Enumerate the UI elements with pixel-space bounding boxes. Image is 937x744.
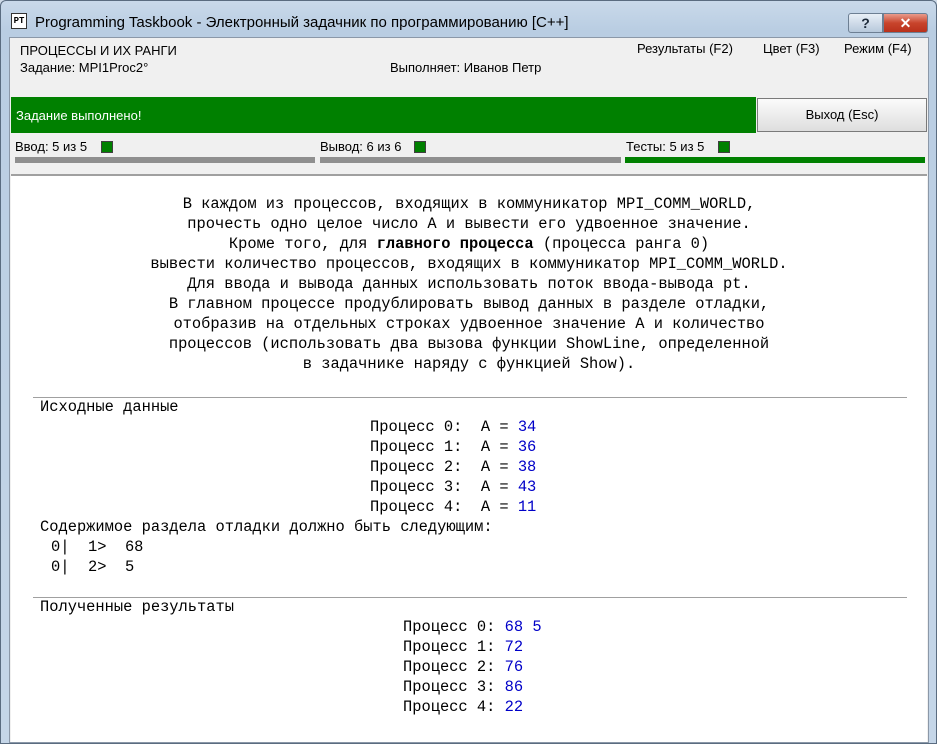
- input-counter-label: Ввод: 5 из 5: [15, 139, 88, 154]
- app-icon[interactable]: PT: [11, 13, 27, 29]
- input-row: Процесс 3: A = 43: [370, 478, 537, 496]
- title-bar[interactable]: PT Programming Taskbook - Электронный за…: [1, 1, 936, 37]
- debug-line: 0| 2> 5: [51, 558, 135, 576]
- result-row: Процесс 4: 22: [403, 698, 524, 716]
- task-line-2: прочесть одно целое число A и вывести ег…: [187, 215, 751, 233]
- menu-color[interactable]: Цвет (F3): [763, 41, 820, 56]
- task-line-3-prefix: Кроме того, для: [228, 235, 377, 253]
- menu-mode[interactable]: Режим (F4): [844, 41, 912, 56]
- input-row: Процесс 0: A = 34: [370, 418, 537, 436]
- task-line-3-suffix: (процесса ранга 0): [533, 235, 710, 253]
- exit-button[interactable]: Выход (Esc): [757, 98, 927, 132]
- input-section-title: Исходные данные: [40, 398, 179, 416]
- close-button[interactable]: ✕: [883, 13, 928, 33]
- help-button[interactable]: ?: [848, 13, 883, 33]
- task-line-8: процессов (использовать два вызова функц…: [168, 335, 770, 353]
- task-line-6: В главном процессе продублировать вывод …: [168, 295, 770, 313]
- counters-panel: Ввод: 5 из 5 Вывод: 6 из 6 Тесты: 5 из 5: [11, 135, 927, 167]
- task-line-4: вывести количество процессов, входящих в…: [150, 255, 788, 273]
- result-row: Процесс 3: 86: [403, 678, 524, 696]
- output-progress-bar: [320, 157, 621, 163]
- tests-indicator: [718, 141, 730, 153]
- client-area: ПРОЦЕССЫ И ИХ РАНГИ Задание: MPI1Proc2° …: [9, 37, 929, 743]
- task-line-3-bold: главного процесса: [376, 235, 534, 253]
- group-title: ПРОЦЕССЫ И ИХ РАНГИ: [20, 43, 177, 58]
- input-row: Процесс 1: A = 36: [370, 438, 537, 456]
- task-line-3: Кроме того, для главного процесса (проце…: [11, 234, 927, 254]
- status-message: Задание выполнено!: [16, 108, 142, 123]
- results-section-title: Полученные результаты: [40, 598, 234, 616]
- tests-counter-label: Тесты: 5 из 5: [626, 139, 705, 154]
- status-bar: Задание выполнено!: [11, 97, 756, 133]
- input-progress-bar: [15, 157, 315, 163]
- app-window: PT Programming Taskbook - Электронный за…: [0, 0, 937, 744]
- task-label: Задание: MPI1Proc2°: [20, 60, 149, 75]
- debug-line: 0| 1> 68: [51, 538, 144, 556]
- result-row: Процесс 2: 76: [403, 658, 524, 676]
- task-content: В каждом из процессов, входящих в коммун…: [11, 174, 927, 742]
- task-line-5: Для ввода и вывода данных использовать п…: [187, 275, 751, 293]
- window-title: Programming Taskbook - Электронный задач…: [35, 14, 569, 31]
- task-line-7: отобразив на отдельных строках удвоенное…: [173, 315, 765, 333]
- student-label: Выполняет: Иванов Петр: [390, 60, 542, 75]
- menu-results[interactable]: Результаты (F2): [637, 41, 733, 56]
- output-counter-label: Вывод: 6 из 6: [320, 139, 402, 154]
- input-indicator: [101, 141, 113, 153]
- input-row: Процесс 4: A = 11: [370, 498, 537, 516]
- result-row: Процесс 0: 68 5: [403, 618, 542, 636]
- input-row: Процесс 2: A = 38: [370, 458, 537, 476]
- task-line-9: в задачнике наряду с функцией Show).: [302, 355, 636, 373]
- output-indicator: [414, 141, 426, 153]
- debug-section-title: Содержимое раздела отладки должно быть с…: [40, 518, 493, 536]
- tests-progress-bar: [625, 157, 925, 163]
- result-row: Процесс 1: 72: [403, 638, 524, 656]
- task-line-1: В каждом из процессов, входящих в коммун…: [182, 195, 756, 213]
